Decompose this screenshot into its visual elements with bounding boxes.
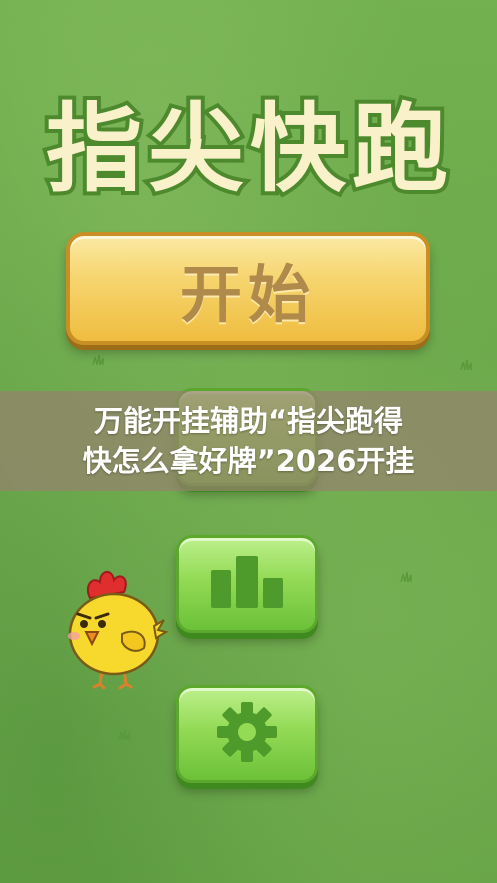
settings-button[interactable] — [176, 685, 318, 783]
start-button-label: 开始 — [179, 257, 316, 331]
overlay-text-line-1: 万能开挂辅助“指尖跑得 — [93, 404, 404, 438]
game-title-text: 指尖快跑 — [46, 93, 454, 202]
grass-tuft-decoration — [460, 360, 472, 370]
grass-tuft-decoration — [118, 730, 130, 740]
game-title: 指尖快跑 — [20, 92, 480, 202]
bar-chart-icon — [209, 556, 285, 612]
gear-icon — [215, 700, 279, 768]
overlay-text-line-2: 快怎么拿好牌”2026开挂 — [82, 444, 415, 478]
leaderboard-button[interactable] — [176, 535, 318, 633]
chick-character — [60, 568, 170, 690]
grass-tuft-decoration — [400, 572, 412, 582]
grass-tuft-decoration — [92, 355, 104, 365]
start-button[interactable]: 开始 — [66, 232, 430, 345]
promo-overlay-banner: 万能开挂辅助“指尖跑得 快怎么拿好牌”2026开挂 — [0, 391, 497, 491]
